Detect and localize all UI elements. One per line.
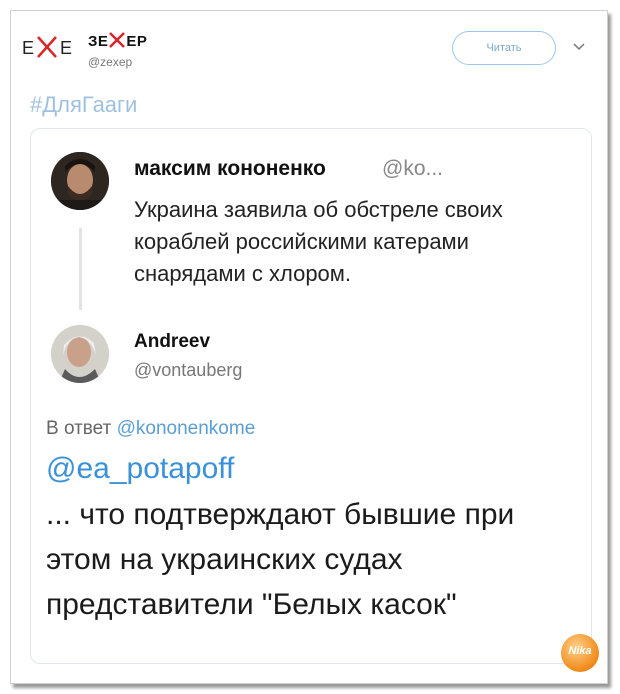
avatar[interactable]: [51, 325, 109, 383]
account-logo[interactable]: Е Е: [22, 28, 78, 68]
account-name-part-2: ЕР: [126, 33, 148, 50]
reply-to-link[interactable]: @kononenkome: [117, 418, 256, 439]
hashtag-link[interactable]: #ДляГааги: [30, 92, 137, 118]
avatar[interactable]: [51, 152, 109, 210]
account-name-part-1: ЗЕ: [88, 33, 109, 50]
reply-prefix: В ответ: [46, 418, 112, 439]
quoted-tweet-text: Украина заявила об обстреле своих корабл…: [134, 197, 503, 286]
logo-letter-left: Е: [22, 38, 35, 58]
x-mark-icon: [108, 31, 126, 49]
logo-x-icon: [37, 36, 57, 58]
watermark-text: Nika: [568, 645, 592, 657]
quoted-author-handle[interactable]: @ko...: [382, 157, 443, 181]
reply-author-handle[interactable]: @vontauberg: [134, 360, 242, 381]
logo-letter-right: Е: [60, 38, 73, 58]
account-handle[interactable]: @zexep: [88, 55, 132, 69]
watermark-logo: Nika: [561, 634, 599, 672]
reply-text: ... что подтверждают бывшие при этом на …: [46, 498, 515, 621]
thread-line: [79, 228, 82, 310]
quoted-author-name[interactable]: максим кононенко: [134, 157, 326, 181]
reply-to-line: В ответ @kononenkome: [46, 418, 255, 440]
reply-author-name[interactable]: Andreev: [134, 331, 210, 353]
account-name[interactable]: ЗЕ ЕР: [88, 31, 147, 50]
mention-link[interactable]: @ea_potapoff: [46, 452, 234, 486]
chevron-down-icon[interactable]: [572, 40, 586, 54]
follow-button[interactable]: Читать: [452, 31, 556, 65]
